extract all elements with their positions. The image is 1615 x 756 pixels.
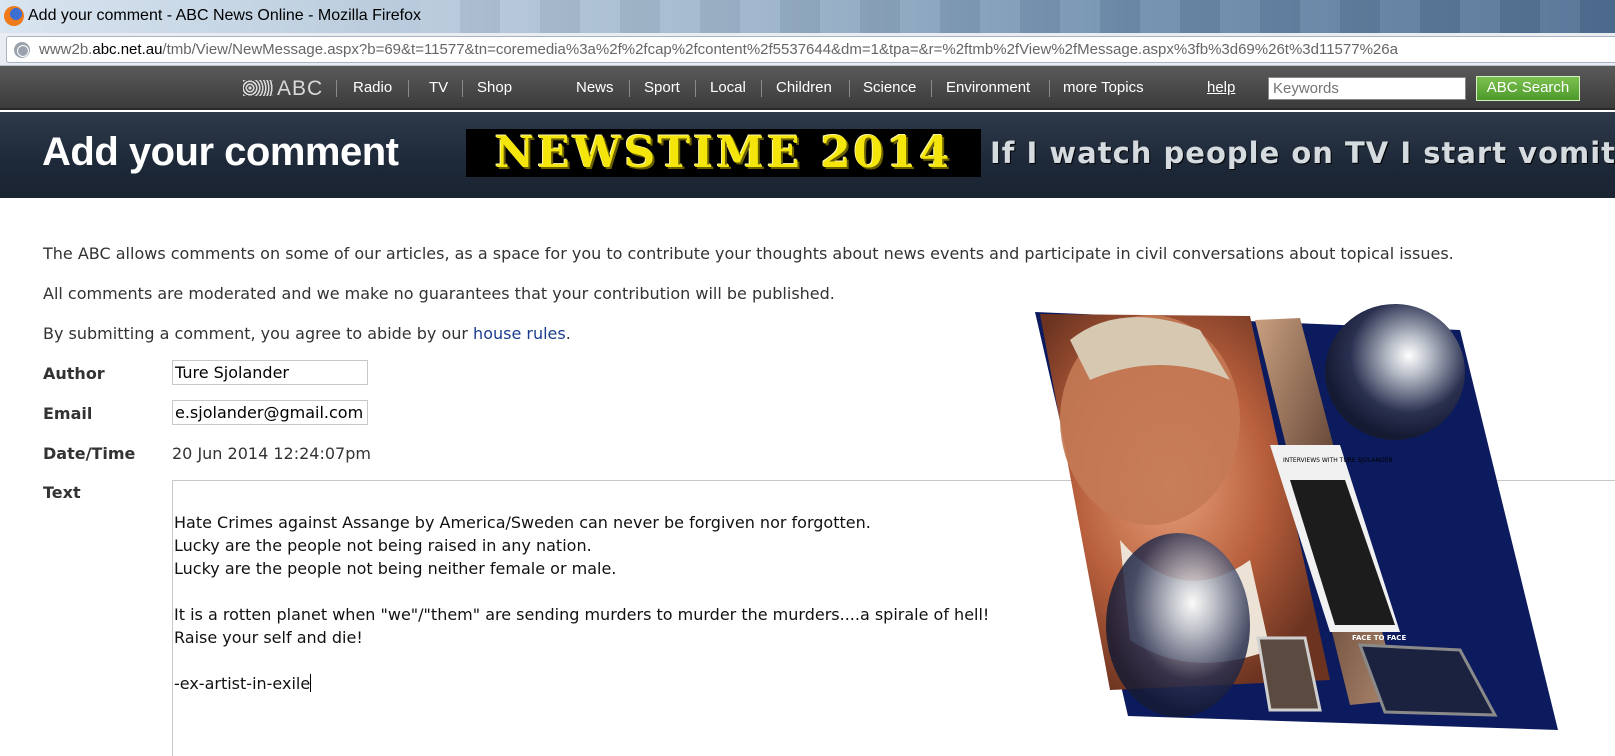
nav-item-local[interactable]: Local [710,79,746,96]
nav-item-radio[interactable]: Radio [353,79,392,96]
comment-line: Hate Crimes against Assange by America/S… [174,513,871,532]
nav-item-news[interactable]: News [576,79,614,96]
comment-line: Lucky are the people not being neither f… [174,559,617,578]
nav-separator [931,80,932,97]
abc-logo[interactable]: ABC [243,77,323,101]
window-titlebar: Add your comment - ABC News Online - Moz… [0,0,1615,33]
page-banner: Add your comment NEWSTIME 2014 If I watc… [0,112,1615,198]
nav-item-sport[interactable]: Sport [644,79,680,96]
intro-paragraph-1: The ABC allows comments on some of our a… [43,244,1454,263]
nav-item-science[interactable]: Science [863,79,916,96]
banner-slogan: If I watch people on TV I start vomit [990,136,1615,170]
comment-line: Lucky are the people not being raised in… [174,536,592,555]
page-title: Add your comment [42,130,399,174]
url-text[interactable]: www2b.abc.net.au/tmb/View/NewMessage.asp… [39,41,1398,58]
nav-separator [695,80,696,97]
comment-signature: -ex-artist-in-exile [174,674,311,693]
text-label: Text [43,483,81,502]
datetime-label: Date/Time [43,444,136,463]
nav-separator [462,80,463,97]
firefox-icon [4,6,24,26]
nav-item-tv[interactable]: TV [429,79,448,96]
url-field[interactable]: www2b.abc.net.au/tmb/View/NewMessage.asp… [6,36,1615,63]
intro-paragraph-3: By submitting a comment, you agree to ab… [43,324,571,343]
email-field[interactable]: e.sjolander@gmail.com [172,400,368,425]
portrait-hair [1070,317,1230,380]
abc-logo-text: ABC [277,77,324,100]
globe-icon[interactable] [14,42,30,58]
help-link[interactable]: help [1207,79,1235,96]
nav-item-shop[interactable]: Shop [477,79,512,96]
keyword-search-input[interactable] [1268,77,1466,100]
text-caret [310,674,312,692]
abc-search-button[interactable]: ABC Search [1476,76,1580,101]
intro-paragraph-3-text: By submitting a comment, you agree to ab… [43,324,474,343]
datetime-value: 20 Jun 2014 12:24:07pm [172,444,371,463]
url-path: /tmb/View/NewMessage.aspx?b=69&t=11577&t… [162,41,1398,58]
url-prefix: www2b. [39,41,93,58]
author-label: Author [43,364,105,383]
newstime-overlay: NEWSTIME 2014 [466,129,981,177]
abc-nav-bar: ABC Radio TV Shop News Sport Local Child… [0,66,1615,110]
intro-paragraph-3-end: . [565,324,571,343]
intro-paragraph-2: All comments are moderated and we make n… [43,284,835,303]
interview-card-caption: INTERVIEWS WITH TURE SJOLANDER [1283,457,1393,464]
nav-separator [849,80,850,97]
titlebar-decoration [420,0,1615,33]
email-label: Email [43,404,93,423]
nav-separator [629,80,630,97]
nav-item-environment[interactable]: Environment [946,79,1030,96]
comment-line: Raise your self and die! [174,628,363,647]
nav-separator [336,80,337,97]
house-rules-link[interactable]: house rules [473,324,566,343]
author-field[interactable]: Ture Sjolander [172,360,368,385]
email-value: e.sjolander@gmail.com [175,403,364,422]
nav-separator [1049,80,1050,97]
url-domain: abc.net.au [92,41,163,58]
nav-separator [408,80,409,97]
comment-line: It is a rotten planet when "we"/"them" a… [174,605,990,624]
address-bar: www2b.abc.net.au/tmb/View/NewMessage.asp… [0,33,1615,66]
comment-textarea[interactable]: Hate Crimes against Assange by America/S… [172,480,1615,756]
nav-item-more-topics[interactable]: more Topics [1063,79,1144,96]
abc-logo-mark-icon [243,80,273,96]
nav-separator [761,80,762,97]
comment-line-last: -ex-artist-in-exile [174,674,312,693]
nav-item-children[interactable]: Children [776,79,832,96]
window-title: Add your comment - ABC News Online - Moz… [28,7,422,24]
chrome-sphere-top [1325,304,1465,440]
